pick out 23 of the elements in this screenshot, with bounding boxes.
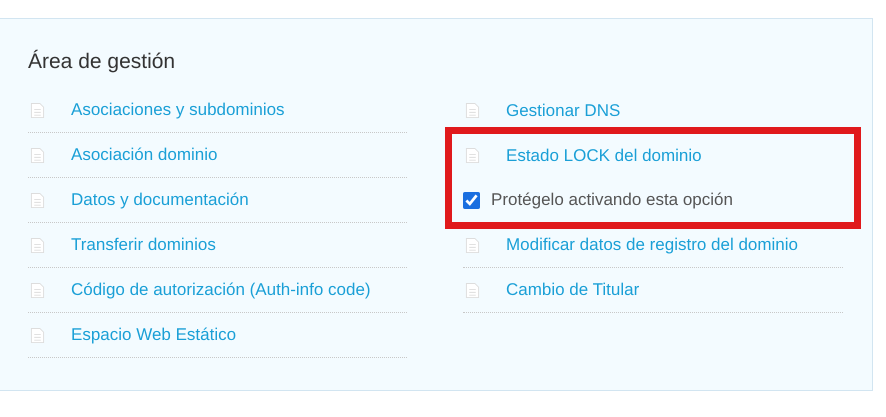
document-icon: [30, 282, 45, 298]
document-icon: [30, 236, 45, 254]
document-icon: [465, 147, 480, 164]
menu-link[interactable]: Asociaciones y subdominios: [71, 100, 285, 120]
menu-link[interactable]: Gestionar DNS: [506, 100, 620, 120]
menu-link[interactable]: Transferir dominios: [71, 235, 216, 255]
checkbox-label: Protégelo activando esta opción: [491, 190, 733, 210]
menu-link[interactable]: Datos y documentación: [71, 190, 249, 210]
menu-link[interactable]: Asociación dominio: [71, 145, 218, 165]
checkbox[interactable]: [463, 192, 480, 208]
document-icon: [30, 146, 45, 164]
menu-link[interactable]: Cambio de Titular: [506, 280, 640, 300]
menu-link[interactable]: Estado LOCK del dominio: [506, 146, 702, 166]
section-title: Área de gestión: [28, 48, 176, 75]
document-icon: [30, 326, 45, 344]
document-icon: [465, 102, 480, 119]
document-icon: [465, 282, 480, 298]
menu-link[interactable]: Código de autorización (Auth-info code): [71, 280, 371, 300]
menu-link[interactable]: Espacio Web Estático: [71, 325, 236, 345]
document-icon: [30, 192, 45, 208]
menu-link[interactable]: Modificar datos de registro del dominio: [506, 235, 798, 255]
document-icon: [30, 102, 45, 118]
document-icon: [465, 236, 480, 254]
